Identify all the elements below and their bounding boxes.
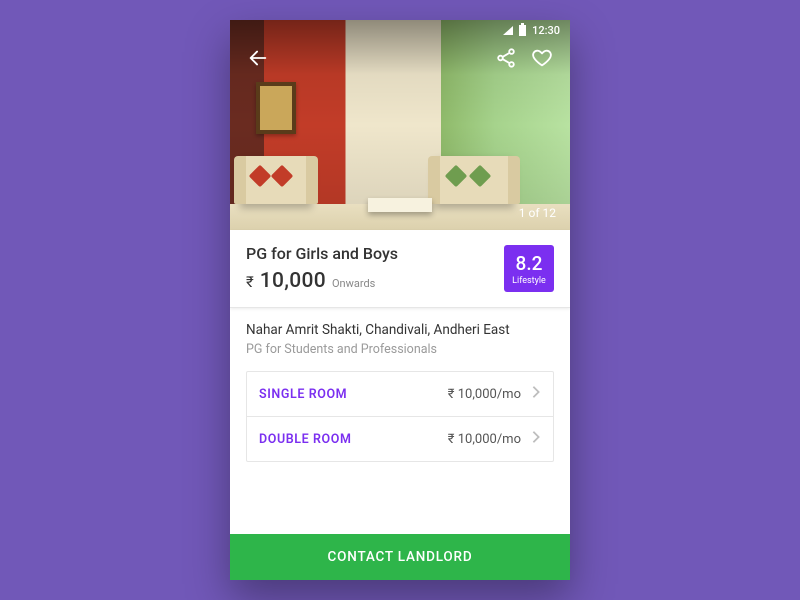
hero-sofa <box>240 156 312 204</box>
currency-symbol: ₹ <box>246 273 254 291</box>
room-type-list: SINGLE ROOM ₹ 10,000/mo DOUBLE ROOM ₹ 10… <box>246 371 554 462</box>
hero-sofa <box>434 156 514 204</box>
rating-tag: Lifestyle <box>512 276 546 286</box>
heart-icon <box>531 47 553 69</box>
room-type-price: ₹ 10,000/mo <box>448 430 541 448</box>
share-button[interactable] <box>490 42 522 74</box>
signal-icon <box>503 26 513 35</box>
share-icon <box>495 47 517 69</box>
clock: 12:30 <box>532 24 560 37</box>
rating-badge[interactable]: 8.2 Lifestyle <box>504 245 554 292</box>
contact-landlord-button[interactable]: CONTACT LANDLORD <box>230 534 570 580</box>
hero-wall-frame <box>256 82 296 134</box>
room-type-row[interactable]: DOUBLE ROOM ₹ 10,000/mo <box>247 416 553 461</box>
back-arrow-icon <box>247 47 269 69</box>
chevron-right-icon <box>531 385 541 403</box>
property-detail-screen: 12:30 1 of 12 <box>230 20 570 580</box>
details-section: Nahar Amrit Shakti, Chandivali, Andheri … <box>230 308 570 534</box>
audience-line: PG for Students and Professionals <box>246 342 554 357</box>
rating-score: 8.2 <box>516 252 543 275</box>
chevron-right-icon <box>531 430 541 448</box>
room-type-row[interactable]: SINGLE ROOM ₹ 10,000/mo <box>247 372 553 416</box>
price-suffix: Onwards <box>332 277 375 290</box>
battery-icon <box>519 25 526 36</box>
price-row: ₹ 10,000 Onwards <box>246 269 398 293</box>
status-bar: 12:30 <box>230 20 570 40</box>
summary-card: PG for Girls and Boys ₹ 10,000 Onwards 8… <box>230 230 570 308</box>
address-line: Nahar Amrit Shakti, Chandivali, Andheri … <box>246 322 554 338</box>
app-bar <box>230 42 570 74</box>
price-amount: 10,000 <box>260 269 326 293</box>
room-type-name: SINGLE ROOM <box>259 387 347 402</box>
hero-image[interactable]: 12:30 1 of 12 <box>230 20 570 230</box>
room-type-price: ₹ 10,000/mo <box>448 385 541 403</box>
hero-table <box>368 198 432 212</box>
photo-counter: 1 of 12 <box>519 206 556 220</box>
favorite-button[interactable] <box>526 42 558 74</box>
room-type-name: DOUBLE ROOM <box>259 432 352 447</box>
back-button[interactable] <box>242 42 274 74</box>
listing-title: PG for Girls and Boys <box>246 244 398 263</box>
